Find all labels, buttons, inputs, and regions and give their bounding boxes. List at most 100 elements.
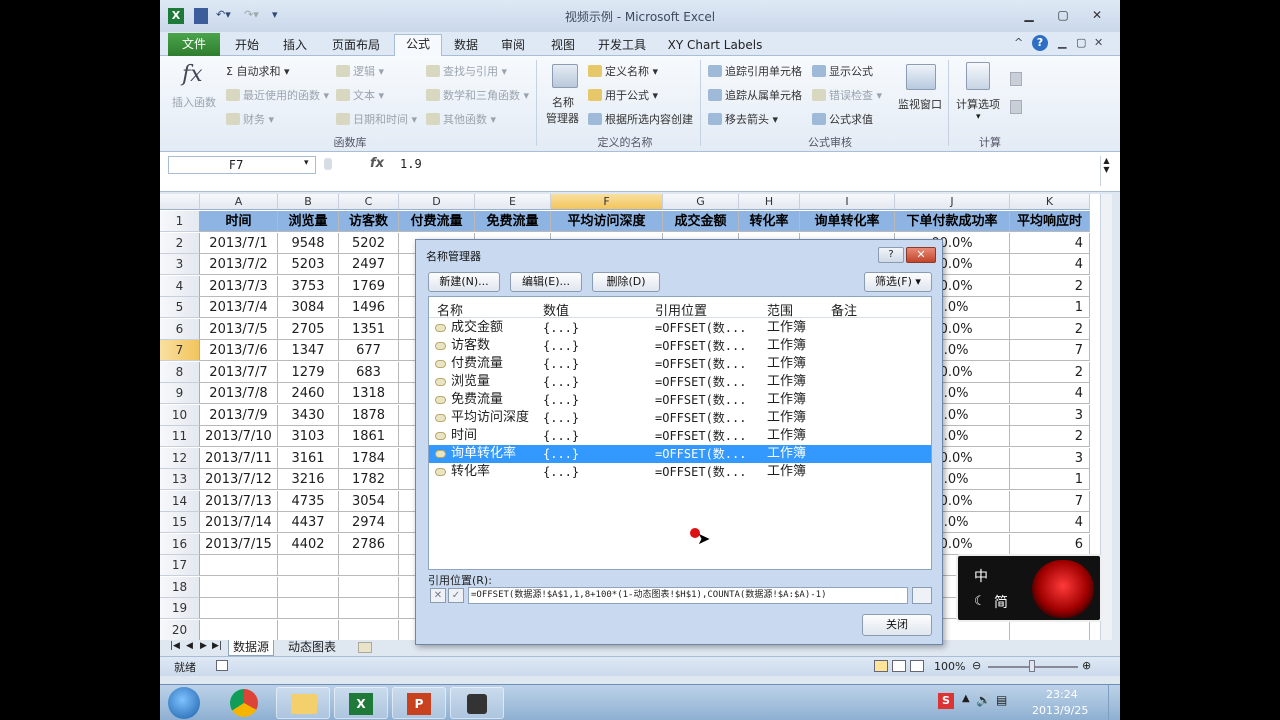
cell[interactable]: 4 — [1010, 512, 1090, 533]
logical-button[interactable]: 逻辑 ▾ — [336, 63, 384, 79]
zoom-slider-thumb[interactable] — [1029, 660, 1035, 672]
row-header[interactable]: 7 — [160, 340, 200, 361]
cell[interactable]: 4735 — [278, 491, 339, 512]
sheet-tab-data-source[interactable]: 数据源 — [228, 640, 275, 656]
column-header-a[interactable]: A — [200, 194, 278, 210]
cell[interactable]: 7 — [1010, 491, 1090, 512]
cell[interactable]: 2460 — [278, 383, 339, 404]
list-item[interactable]: 浏览量 {...} =OFFSET(数... 工作簿 — [429, 373, 931, 391]
cell[interactable]: 1782 — [339, 469, 399, 490]
cell[interactable] — [200, 620, 278, 640]
cell[interactable] — [339, 555, 399, 576]
formula-input[interactable]: 1.9 — [400, 157, 422, 171]
row-header[interactable]: 1 — [160, 211, 200, 232]
tab-developer[interactable]: 开发工具 — [592, 36, 652, 56]
page-break-view-icon[interactable] — [910, 660, 924, 672]
cell[interactable]: 2013/7/8 — [200, 383, 278, 404]
list-item[interactable]: 访客数 {...} =OFFSET(数... 工作簿 — [429, 337, 931, 355]
column-header-b[interactable]: B — [278, 194, 339, 210]
cell[interactable]: 3161 — [278, 448, 339, 469]
sheet-nav-first-icon[interactable]: |◀ — [170, 641, 180, 651]
cell[interactable] — [339, 620, 399, 640]
cell[interactable]: 5202 — [339, 233, 399, 254]
cell[interactable]: 2 — [1010, 319, 1090, 340]
header-cell[interactable]: 时间 — [200, 211, 278, 232]
zoom-level[interactable]: 100% — [934, 660, 965, 673]
ref-collapse-icon[interactable] — [912, 587, 932, 604]
cell[interactable]: 4 — [1010, 254, 1090, 275]
cell[interactable]: 3 — [1010, 405, 1090, 426]
zoom-in-icon[interactable]: ⊕ — [1082, 659, 1091, 672]
watch-window-button[interactable]: 监视窗口 — [898, 96, 942, 112]
tab-review[interactable]: 审阅 — [492, 36, 534, 56]
ref-confirm-icon[interactable]: ✓ — [448, 588, 464, 603]
use-in-formula-button[interactable]: 用于公式 ▾ — [588, 87, 658, 103]
names-list[interactable]: 名称 数值 引用位置 范围 备注 成交金额 {...} =OFFSET(数... 工作… — [428, 296, 932, 570]
trace-precedents-button[interactable]: 追踪引用单元格 — [708, 63, 802, 79]
sheet-nav-prev-icon[interactable]: ◀ — [186, 641, 193, 651]
tab-page-layout[interactable]: 页面布局 — [324, 36, 388, 56]
row-header[interactable]: 11 — [160, 426, 200, 447]
header-cell[interactable]: 免费流量 — [475, 211, 551, 232]
cell[interactable] — [200, 555, 278, 576]
create-from-selection-button[interactable]: 根据所选内容创建 — [588, 111, 693, 127]
row-header[interactable]: 15 — [160, 512, 200, 533]
cell[interactable] — [339, 577, 399, 598]
row-header[interactable]: 2 — [160, 233, 200, 254]
cell[interactable] — [278, 598, 339, 619]
cell[interactable]: 2013/7/14 — [200, 512, 278, 533]
cell[interactable]: 3753 — [278, 276, 339, 297]
column-header-e[interactable]: E — [475, 194, 551, 210]
cell[interactable]: 683 — [339, 362, 399, 383]
cell[interactable]: 2013/7/1 — [200, 233, 278, 254]
calc-now-icon[interactable] — [1010, 72, 1022, 86]
cell[interactable]: 6 — [1010, 534, 1090, 555]
row-header[interactable]: 4 — [160, 276, 200, 297]
cell[interactable]: 2 — [1010, 276, 1090, 297]
row-header[interactable]: 10 — [160, 405, 200, 426]
cell[interactable]: 2705 — [278, 319, 339, 340]
header-cell[interactable]: 成交金额 — [663, 211, 739, 232]
header-cell[interactable]: 转化率 — [739, 211, 800, 232]
dialog-close-icon[interactable]: ✕ — [906, 247, 936, 263]
cell[interactable]: 2013/7/6 — [200, 340, 278, 361]
cell[interactable]: 9548 — [278, 233, 339, 254]
cell[interactable]: 1351 — [339, 319, 399, 340]
sheet-nav-last-icon[interactable]: ▶| — [212, 641, 222, 651]
column-header-c[interactable]: C — [339, 194, 399, 210]
header-cell[interactable]: 访客数 — [339, 211, 399, 232]
cell[interactable]: 2013/7/9 — [200, 405, 278, 426]
watch-window-icon[interactable] — [906, 64, 936, 90]
row-header[interactable]: 3 — [160, 254, 200, 275]
trace-dependents-button[interactable]: 追踪从属单元格 — [708, 87, 802, 103]
recent-functions-button[interactable]: 最近使用的函数 ▾ — [226, 87, 329, 103]
row-header[interactable]: 19 — [160, 598, 200, 619]
ribbon-close-icon[interactable]: ✕ — [1094, 36, 1103, 49]
lookup-button[interactable]: 查找与引用 ▾ — [426, 63, 507, 79]
financial-button[interactable]: 财务 ▾ — [226, 111, 274, 127]
cell[interactable]: 1347 — [278, 340, 339, 361]
tab-home[interactable]: 开始 — [226, 36, 268, 56]
name-manager-label-2[interactable]: 管理器 — [546, 110, 579, 126]
list-item[interactable]: 平均访问深度 {...} =OFFSET(数... 工作簿 — [429, 409, 931, 427]
header-cell[interactable]: 下单付款成功率 — [895, 211, 1010, 232]
cell[interactable]: 2 — [1010, 362, 1090, 383]
ime-widget[interactable]: 中 简 ☾ — [956, 554, 1102, 622]
insert-function-fx-icon[interactable]: fx — [370, 156, 384, 171]
close-button[interactable]: 关闭 — [862, 614, 932, 636]
name-box-dropdown-icon[interactable]: ▾ — [304, 158, 309, 168]
cell[interactable]: 7 — [1010, 340, 1090, 361]
cell[interactable] — [200, 577, 278, 598]
row-header[interactable]: 17 — [160, 555, 200, 576]
cell[interactable]: 4437 — [278, 512, 339, 533]
cell[interactable]: 2 — [1010, 426, 1090, 447]
zoom-out-icon[interactable]: ⊖ — [972, 659, 981, 672]
cell[interactable] — [1010, 620, 1090, 640]
clock-date[interactable]: 2013/9/25 — [1032, 704, 1088, 717]
ime-mode-chinese[interactable]: 中 — [974, 566, 988, 586]
ribbon-restore-icon[interactable]: ▢ — [1076, 36, 1086, 49]
chrome-icon[interactable] — [230, 689, 258, 717]
datetime-button[interactable]: 日期和时间 ▾ — [336, 111, 417, 127]
tab-file[interactable]: 文件 — [168, 33, 220, 56]
dialog-help-icon[interactable]: ? — [878, 247, 904, 263]
